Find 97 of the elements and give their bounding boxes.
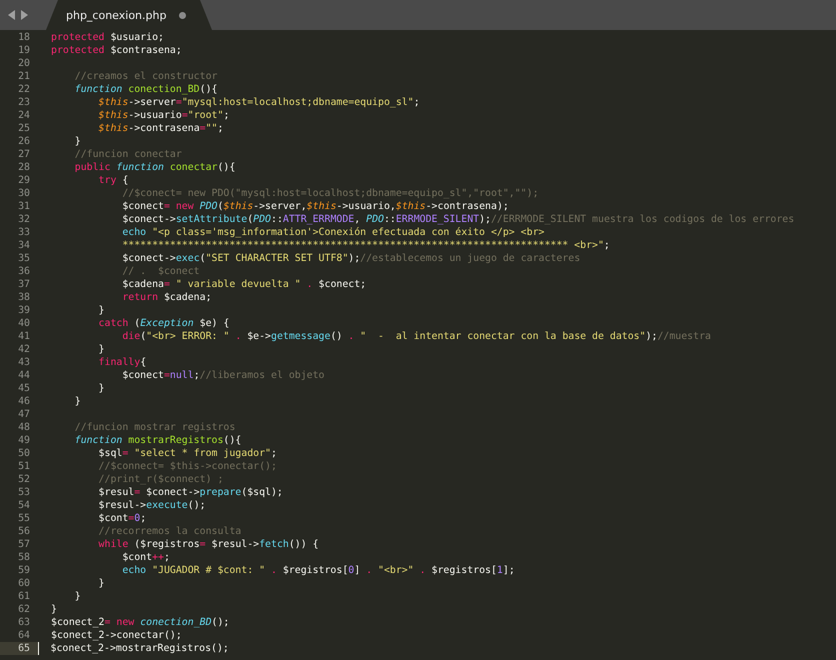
code-line: $conect_2->mostrarRegistros(); [38, 642, 229, 655]
line-number: 22 [17, 83, 31, 96]
code-line: try { [98, 174, 128, 187]
line-number: 21 [17, 70, 31, 83]
line-number: 34 [17, 239, 31, 252]
code-line: } [98, 577, 105, 590]
code-line: //$connect= $this->conectar(); [98, 460, 277, 473]
line-number: 46 [17, 395, 31, 408]
code-line: return $cadena; [121, 291, 212, 304]
code-line: $resul= $conect->prepare($sql); [98, 486, 283, 499]
code-line: //funcion conectar [74, 148, 182, 161]
line-number: 59 [17, 564, 31, 577]
code-line: echo "<p class='msg_information'>Conexión efectuada con éxito </p> <br> [121, 226, 544, 239]
line-number: 37 [17, 278, 31, 291]
code-line: function conection_BD(){ [74, 83, 218, 96]
line-number: 51 [17, 460, 31, 473]
line-number: 57 [17, 538, 31, 551]
back-arrow-icon[interactable] [8, 10, 15, 20]
line-number: 48 [17, 421, 31, 434]
code-line: die("<br> ERROR: " . $e->getmessage() . " - al intentar conectar con la base de datos");//muestra [121, 330, 711, 343]
code-line: catch (Exception $e) { [98, 317, 230, 330]
line-number: 55 [17, 512, 31, 525]
forward-arrow-icon[interactable] [21, 10, 28, 20]
code-line: $conect->exec("SET CHARACTER SET UTF8");//establecemos un juego de caracteres [121, 252, 580, 265]
line-number: 38 [17, 291, 31, 304]
line-number: 27 [17, 148, 31, 161]
line-number: 42 [17, 343, 31, 356]
code-line: $cont=0; [98, 512, 146, 525]
line-number: 39 [17, 304, 31, 317]
line-number: 43 [17, 356, 31, 369]
code-line: function mostrarRegistros(){ [74, 434, 242, 447]
code-line: //creamos el constructor [74, 70, 218, 83]
code-line: //funcion mostrar registros [74, 421, 236, 434]
line-number: 56 [17, 525, 31, 538]
line-number: 64 [17, 629, 31, 642]
line-number: 36 [17, 265, 31, 278]
code-line: //$conect= new PDO("mysql:host=localhost;dbname=equipo_sl","root",""); [121, 187, 539, 200]
code-line: protected $usuario; [50, 31, 164, 44]
line-number: 19 [17, 44, 31, 57]
code-line: //print_r($connect) ; [98, 473, 224, 486]
code-line: } [74, 135, 81, 148]
line-number: 49 [17, 434, 31, 447]
code-line: echo "JUGADOR # $cont: " . $registros[0] . "<br>" . $registros[1]; [121, 564, 515, 577]
line-number: 31 [17, 200, 31, 213]
code-line: } [98, 304, 105, 317]
code-line: protected $contrasena; [50, 44, 182, 57]
line-number: 50 [17, 447, 31, 460]
line-number: 60 [17, 577, 31, 590]
code-line: $conect_2= new conection_BD(); [50, 616, 230, 629]
line-number: 63 [17, 616, 31, 629]
code-line: } [98, 382, 105, 395]
line-number: 41 [17, 330, 31, 343]
code-line: $conect= new PDO($this->server,$this->usuario,$this->contrasena); [121, 200, 509, 213]
line-number: 18 [17, 31, 31, 44]
code-line: $resul->execute(); [98, 499, 206, 512]
line-number: 35 [17, 252, 31, 265]
line-number: 30 [17, 187, 31, 200]
line-number: 28 [17, 161, 31, 174]
code-line: } [74, 590, 81, 603]
line-number: 25 [17, 122, 31, 135]
line-number: 24 [17, 109, 31, 122]
line-number: 62 [17, 603, 31, 616]
code-line: //recorremos la consulta [98, 525, 242, 538]
line-number: 53 [17, 486, 31, 499]
code-line: } [50, 603, 57, 616]
line-number: 65 [0, 642, 38, 655]
line-number: 29 [17, 174, 31, 187]
line-number: 47 [17, 408, 31, 421]
code-line: } [74, 395, 81, 408]
line-number: 26 [17, 135, 31, 148]
code-line: *************************************************************************** <br>"; [121, 239, 610, 252]
line-number: 23 [17, 96, 31, 109]
code-line: $conect_2->conectar(); [50, 629, 182, 642]
line-number: 54 [17, 499, 31, 512]
line-number: 20 [17, 57, 31, 70]
code-line: $conect->setAttribute(PDO::ATTR_ERRMODE, PDO::ERRMODE_SILENT);//ERRMODE_SILENT muestra los codigos de los errores [121, 213, 794, 226]
line-number: 58 [17, 551, 31, 564]
code-line: // . $conect [121, 265, 200, 278]
line-number: 45 [17, 382, 31, 395]
code-line: $cadena= " variable devuelta " . $conect; [121, 278, 366, 291]
file-tab[interactable]: php_conexion.php [46, 0, 212, 30]
code-line: $this->contrasena=""; [98, 122, 224, 135]
code-line: public function conectar(){ [74, 161, 236, 174]
code-line: $this->usuario="root"; [98, 109, 230, 122]
code-line: } [98, 343, 105, 356]
line-number: 40 [17, 317, 31, 330]
code-line: $conect=null;//liberamos el objeto [121, 369, 325, 382]
code-line: $sql= "select * from jugador"; [98, 447, 277, 460]
code-line: while ($registros= $resul->fetch()) { [98, 538, 319, 551]
code-line: $cont++; [121, 551, 170, 564]
line-number: 61 [17, 590, 31, 603]
code-line: finally{ [98, 356, 146, 369]
code-line: $this->server="mysql:host=localhost;dbname=equipo_sl"; [98, 96, 420, 109]
line-number: 52 [17, 473, 31, 486]
line-number: 44 [17, 369, 31, 382]
line-number: 33 [17, 226, 31, 239]
line-number: 32 [17, 213, 31, 226]
